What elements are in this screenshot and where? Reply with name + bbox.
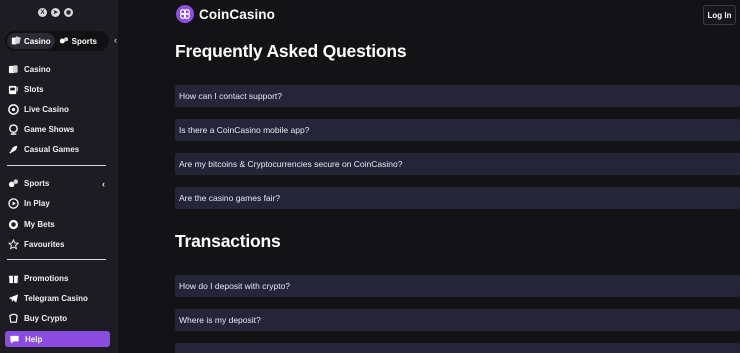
toggle-casino[interactable]: Casino [7, 33, 55, 49]
sidebar-item-label: Telegram Casino [24, 294, 88, 303]
sidebar-item-label: My Bets [24, 220, 55, 229]
sidebar-item-label: Game Shows [24, 125, 75, 134]
sidebar-item-label: Favourites [24, 240, 65, 249]
faq-item[interactable]: Are the casino games fair? [175, 187, 740, 209]
play-icon [7, 198, 19, 210]
faq-item[interactable]: How can I contact support? [175, 85, 740, 107]
sidebar-item-my-bets[interactable]: My Bets [7, 216, 111, 233]
sports-icon [7, 178, 19, 190]
faq-question: Are my bitcoins & Cryptocurrencies secur… [179, 159, 403, 169]
sidebar-item-telegram-casino[interactable]: Telegram Casino [7, 290, 111, 307]
faq-item[interactable]: Where is my deposit? [175, 309, 740, 331]
toggle-sports-label: Sports [71, 36, 98, 46]
sidebar-item-label: Help [25, 334, 43, 344]
wheel-icon [7, 124, 19, 136]
sidebar-item-in-play[interactable]: In Play [7, 195, 111, 212]
telegram-icon [7, 293, 19, 305]
chat-icon [8, 333, 20, 345]
sidebar-item-label: Casino [24, 65, 51, 74]
sidebar-item-sports[interactable]: Sports ‹ [7, 175, 111, 192]
casino-sports-toggle: Casino Sports [5, 31, 109, 51]
x-icon[interactable]: X [38, 8, 47, 17]
sidebar-item-label: Promotions [24, 274, 69, 283]
sidebar-item-casino[interactable]: Casino [7, 61, 111, 78]
coincasino-logo-icon [176, 5, 194, 23]
cards-icon [11, 36, 21, 45]
star-icon [7, 239, 19, 251]
faq-item[interactable]: Are my bitcoins & Cryptocurrencies secur… [175, 153, 740, 175]
sidebar-item-buy-crypto[interactable]: Buy Crypto [7, 310, 111, 327]
faq-question: Are the casino games fair? [179, 193, 281, 203]
faq-item-partial[interactable] [175, 343, 740, 353]
gift-icon [7, 273, 19, 285]
faq-title: Frequently Asked Questions [175, 41, 407, 61]
sidebar-item-label: Casual Games [24, 145, 80, 154]
toggle-casino-label: Casino [24, 36, 51, 46]
sidebar-item-casual-games[interactable]: Casual Games [7, 141, 111, 158]
sidebar-item-label: Sports [24, 179, 50, 188]
wallet-icon [7, 313, 19, 325]
faq-question: Is there a CoinCasino mobile app? [179, 125, 310, 135]
discord-icon[interactable]: ◉ [64, 8, 73, 17]
social-links: X ➤ ◉ [38, 8, 73, 17]
sidebar-item-live-casino[interactable]: Live Casino [7, 101, 111, 118]
sidebar-item-promotions[interactable]: Promotions [7, 270, 111, 287]
sports-icon [59, 37, 68, 44]
collapse-sidebar-icon[interactable]: ‹ [114, 35, 117, 45]
cards-icon [7, 64, 19, 76]
sidebar-item-help[interactable]: Help [5, 331, 110, 347]
sidebar-item-slots[interactable]: Slots [7, 81, 111, 98]
faq-question: How do I deposit with crypto? [179, 281, 291, 291]
sidebar-item-label: Slots [24, 85, 44, 94]
brand-logo[interactable]: CoinCasino [176, 5, 275, 23]
faq-question: How can I contact support? [179, 91, 283, 101]
sidebar-item-game-shows[interactable]: Game Shows [7, 121, 111, 138]
chip-icon [7, 219, 19, 231]
login-button[interactable]: Log In [703, 5, 736, 25]
rocket-icon [7, 144, 19, 156]
sidebar-item-favourites[interactable]: Favourites [7, 236, 111, 253]
faq-item[interactable]: Is there a CoinCasino mobile app? [175, 119, 740, 141]
sidebar: X ➤ ◉ Casino Sports ‹ Casino Slots Live … [0, 0, 118, 353]
faq-question: Where is my deposit? [179, 315, 261, 325]
chevron-left-icon[interactable]: ‹ [102, 179, 105, 189]
sidebar-item-label: Buy Crypto [24, 314, 68, 323]
brand-name: CoinCasino [199, 6, 276, 22]
slot-machine-icon [7, 84, 19, 96]
faq-item[interactable]: How do I deposit with crypto? [175, 275, 740, 297]
roulette-icon [7, 104, 19, 116]
telegram-icon[interactable]: ➤ [51, 8, 60, 17]
transactions-title: Transactions [175, 231, 281, 251]
sidebar-divider [7, 259, 106, 260]
toggle-sports[interactable]: Sports [55, 33, 101, 49]
sidebar-item-label: Live Casino [24, 105, 69, 114]
sidebar-item-label: In Play [24, 199, 50, 208]
sidebar-divider [7, 165, 106, 166]
